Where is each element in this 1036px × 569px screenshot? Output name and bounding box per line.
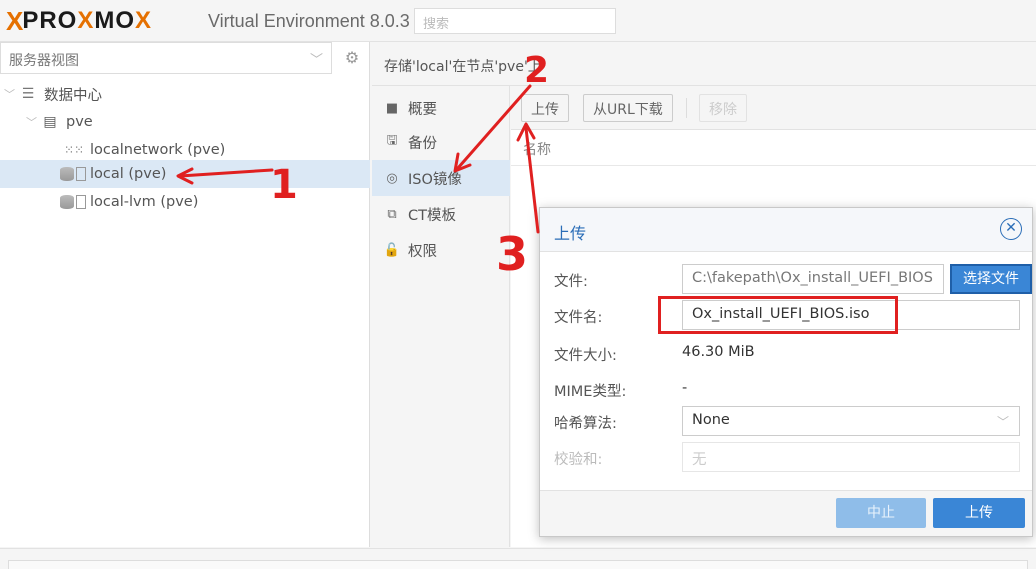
subnav-iso-images[interactable]: ◎ ISO镜像 bbox=[372, 160, 510, 196]
upload-button[interactable]: 上传 bbox=[521, 94, 569, 122]
dialog-title: 上传 bbox=[554, 224, 587, 243]
dialog-footer: 中止 上传 bbox=[540, 490, 1032, 536]
search-input[interactable]: 搜索 bbox=[414, 8, 616, 34]
storage-subnav: ■ 概要 🖫 备份 ◎ ISO镜像 ⧉ CT模板 🔓 权限 bbox=[372, 86, 510, 547]
toolbar-separator bbox=[686, 98, 687, 118]
gear-icon[interactable]: ⚙ bbox=[338, 44, 366, 72]
hash-row: 哈希算法: None ﹀ bbox=[554, 406, 1020, 436]
expand-icon[interactable]: ﹀ bbox=[4, 86, 18, 102]
logo-x-mark: X bbox=[6, 5, 23, 36]
tree-item-local-lvm[interactable]: local-lvm (pve) bbox=[0, 188, 370, 216]
content-toolbar: 上传 从URL下载 移除 bbox=[511, 86, 1036, 130]
chevron-down-icon: ﹀ bbox=[996, 415, 1009, 429]
hash-algorithm-select[interactable]: None ﹀ bbox=[682, 406, 1020, 436]
mime-row: MIME类型: - bbox=[554, 374, 1020, 404]
subnav-summary[interactable]: ■ 概要 bbox=[372, 90, 510, 126]
top-bar: X PROXMOX Virtual Environment 8.0.3 搜索 bbox=[0, 0, 1036, 42]
checksum-row: 校验和: 无 bbox=[554, 442, 1020, 472]
mime-value: - bbox=[682, 380, 688, 396]
tree-item-node-pve[interactable]: ﹀ ▤ pve bbox=[0, 108, 370, 136]
storage-status-icon bbox=[76, 167, 86, 181]
task-log-panel[interactable] bbox=[8, 560, 1028, 569]
hash-label: 哈希算法: bbox=[554, 416, 617, 432]
template-icon: ⧉ bbox=[387, 206, 397, 222]
download-from-url-button[interactable]: 从URL下载 bbox=[583, 94, 673, 122]
unlock-icon: 🔓 bbox=[383, 242, 401, 258]
checksum-label: 校验和: bbox=[554, 452, 603, 468]
network-grid-icon: ⁙⁙ bbox=[64, 143, 85, 157]
filesize-row: 文件大小: 46.30 MiB bbox=[554, 338, 1020, 368]
logo-wordmark: PROXMOX bbox=[22, 7, 153, 34]
content-header: 存储'local'在节点'pve'上 bbox=[372, 42, 1036, 86]
column-header-name[interactable]: 名称 bbox=[511, 130, 1036, 166]
choose-file-button[interactable]: 选择文件 bbox=[950, 264, 1032, 294]
filesize-value: 46.30 MiB bbox=[682, 344, 755, 360]
task-log-bar bbox=[0, 548, 1036, 569]
datacenter-icon: ☰ bbox=[21, 86, 35, 102]
abort-button[interactable]: 中止 bbox=[836, 498, 926, 528]
view-selector[interactable]: 服务器视图 ﹀ bbox=[0, 42, 332, 74]
checksum-input[interactable]: 无 bbox=[682, 442, 1020, 472]
book-icon: ■ bbox=[385, 100, 399, 116]
file-path-field[interactable]: C:\fakepath\Ox_install_UEFI_BIOS bbox=[682, 264, 944, 294]
version-label: Virtual Environment 8.0.3 bbox=[208, 11, 410, 31]
tree-item-datacenter[interactable]: ﹀ ☰ 数据中心 bbox=[0, 80, 370, 108]
filesize-label: 文件大小: bbox=[554, 348, 617, 364]
subnav-permissions[interactable]: 🔓 权限 bbox=[372, 232, 510, 268]
expand-icon[interactable]: ﹀ bbox=[26, 114, 40, 130]
tree-item-local[interactable]: local (pve) bbox=[0, 160, 370, 188]
subnav-backup[interactable]: 🖫 备份 bbox=[372, 124, 510, 160]
file-label: 文件: bbox=[554, 274, 588, 290]
close-icon[interactable]: ✕ bbox=[1000, 218, 1022, 240]
dialog-header: 上传 ✕ bbox=[540, 208, 1032, 252]
floppy-icon: 🖫 bbox=[386, 133, 398, 148]
subnav-ct-templates[interactable]: ⧉ CT模板 bbox=[372, 196, 510, 232]
filename-label: 文件名: bbox=[554, 310, 603, 326]
storage-icon bbox=[60, 195, 74, 209]
chevron-down-icon: ﹀ bbox=[309, 53, 323, 68]
filename-highlight-box bbox=[658, 296, 898, 334]
upload-dialog: 上传 ✕ 文件: C:\fakepath\Ox_install_UEFI_BIO… bbox=[539, 207, 1033, 537]
resource-tree-panel: 服务器视图 ﹀ ⚙ ﹀ ☰ 数据中心 ﹀ ▤ pve ⁙⁙ localnetwo… bbox=[0, 42, 370, 547]
remove-button[interactable]: 移除 bbox=[699, 94, 747, 122]
dialog-upload-button[interactable]: 上传 bbox=[933, 498, 1025, 528]
disc-icon: ◎ bbox=[386, 170, 398, 186]
file-row: 文件: C:\fakepath\Ox_install_UEFI_BIOS 选择文… bbox=[554, 264, 1032, 294]
storage-status-icon bbox=[76, 195, 86, 209]
proxmox-logo: X PROXMOX bbox=[6, 5, 153, 36]
storage-icon bbox=[60, 167, 74, 181]
node-icon: ▤ bbox=[43, 114, 57, 130]
mime-label: MIME类型: bbox=[554, 384, 627, 400]
